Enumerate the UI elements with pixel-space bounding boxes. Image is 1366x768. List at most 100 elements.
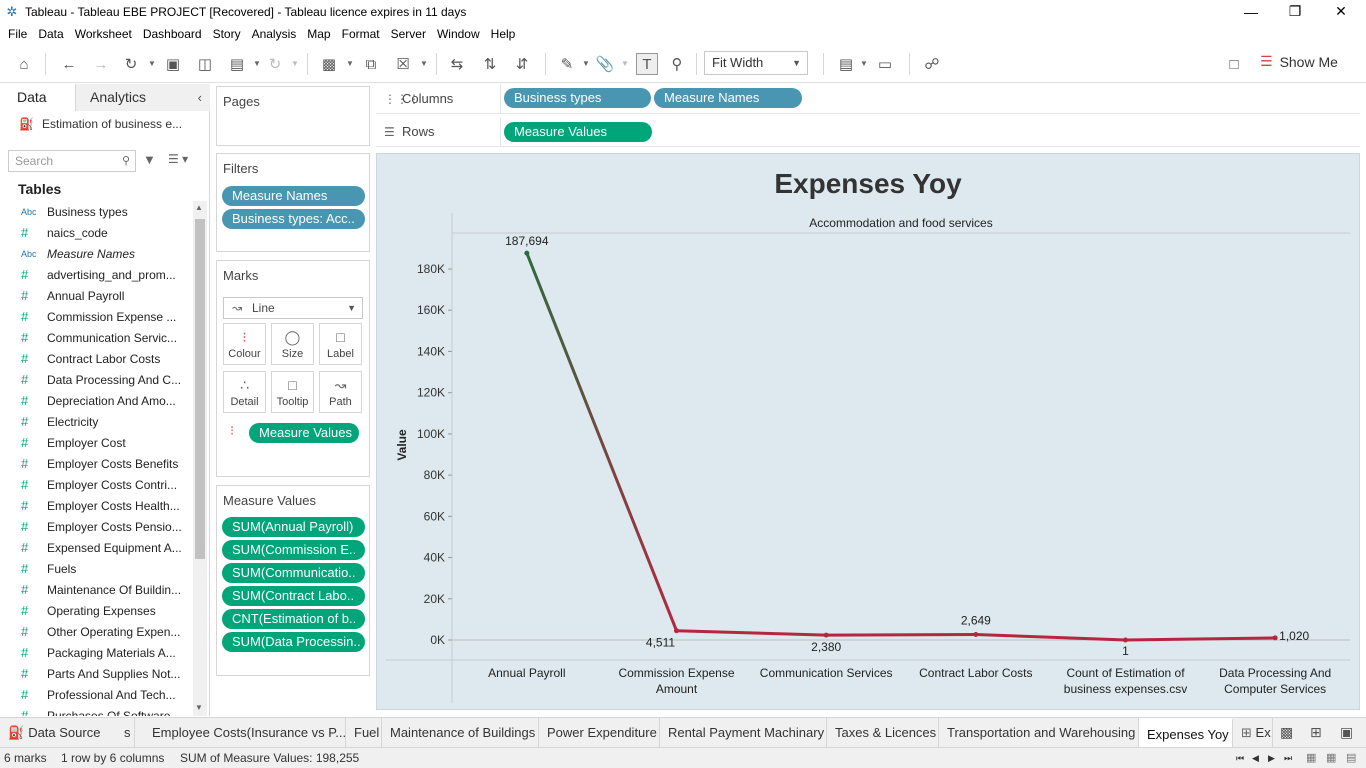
detail-button[interactable]: ∴ Detail: [223, 371, 266, 413]
tab-data[interactable]: Data: [0, 84, 76, 111]
field-item[interactable]: # Depreciation And Amo...: [0, 390, 192, 411]
chevron-down-icon[interactable]: ▼: [420, 59, 428, 68]
format-workbook-icon[interactable]: □: [1223, 53, 1245, 75]
menu-dashboard[interactable]: Dashboard: [143, 27, 202, 41]
measure-pill-5[interactable]: CNT(Estimation of b..: [222, 609, 365, 629]
field-item[interactable]: # Employer Cost: [0, 432, 192, 453]
minimize-icon[interactable]: —: [1228, 0, 1274, 23]
sort-descending-icon[interactable]: ⇵: [511, 53, 533, 75]
line-segment[interactable]: [525, 251, 678, 633]
show-sheet-sorter-icon[interactable]: ▦: [1326, 751, 1336, 764]
refresh-icon[interactable]: ↻: [264, 53, 286, 75]
colour-button[interactable]: ⁝ Colour: [223, 323, 266, 365]
data-point[interactable]: [1272, 635, 1278, 641]
pin-axes-icon[interactable]: ⚲: [666, 53, 688, 75]
show-tabs-icon[interactable]: ▤: [1346, 751, 1356, 764]
field-item[interactable]: # advertising_and_prom...: [0, 264, 192, 285]
new-worksheet-icon[interactable]: ▩: [318, 53, 340, 75]
next-sheet-icon[interactable]: ▶: [1268, 753, 1275, 764]
field-item[interactable]: # Annual Payroll: [0, 285, 192, 306]
field-item[interactable]: # Communication Servic...: [0, 327, 192, 348]
field-item[interactable]: # Operating Expenses: [0, 600, 192, 621]
label-button[interactable]: □ Label: [319, 323, 362, 365]
swap-rows-columns-icon[interactable]: ⇆: [446, 53, 468, 75]
filter-pill-measure-names[interactable]: Measure Names: [222, 186, 365, 206]
duplicate-sheet-icon[interactable]: ⧉: [360, 53, 382, 75]
field-item[interactable]: # Contract Labor Costs: [0, 348, 192, 369]
measure-pill-4[interactable]: SUM(Contract Labo..: [222, 586, 365, 606]
chevron-down-icon[interactable]: ▼: [582, 59, 590, 68]
measure-pill-1[interactable]: SUM(Annual Payroll): [222, 517, 365, 537]
filter-icon[interactable]: ▼: [143, 152, 156, 167]
measure-pill-6[interactable]: SUM(Data Processin..: [222, 632, 365, 652]
undo-icon[interactable]: ←: [58, 53, 80, 75]
field-item[interactable]: # Employer Costs Health...: [0, 495, 192, 516]
fit-dropdown[interactable]: Fit Width ▼: [704, 51, 808, 75]
view-list-icon[interactable]: ☰ ▾: [168, 152, 188, 166]
show-filmstrip-icon[interactable]: ▦: [1306, 751, 1316, 764]
field-item[interactable]: # naics_code: [0, 222, 192, 243]
field-item[interactable]: # Expensed Equipment A...: [0, 537, 192, 558]
field-item[interactable]: # Maintenance Of Buildin...: [0, 579, 192, 600]
show-cards-icon[interactable]: ▤: [835, 53, 857, 75]
last-sheet-icon[interactable]: ⏭: [1284, 753, 1292, 764]
redo-icon[interactable]: →: [90, 53, 112, 75]
mark-type-dropdown[interactable]: ↝ Line ▼: [223, 297, 363, 319]
filter-pill-business-types[interactable]: Business types: Acc..: [222, 209, 365, 229]
field-item[interactable]: # Fuels: [0, 558, 192, 579]
tab-analytics[interactable]: Analytics ‹: [76, 84, 210, 111]
size-button[interactable]: ◯ Size: [271, 323, 314, 365]
prev-sheet-icon[interactable]: ◀: [1252, 753, 1259, 764]
menu-file[interactable]: File: [8, 27, 27, 41]
presentation-mode-icon[interactable]: ▭: [874, 53, 896, 75]
save-icon[interactable]: ▣: [162, 53, 184, 75]
menu-data[interactable]: Data: [38, 27, 63, 41]
new-datasource-icon[interactable]: ◫: [194, 53, 216, 75]
measure-pill-3[interactable]: SUM(Communicatio..: [222, 563, 365, 583]
share-icon[interactable]: ☍: [921, 53, 943, 75]
chevron-down-icon[interactable]: ▼: [860, 59, 868, 68]
field-item[interactable]: # Packaging Materials A...: [0, 642, 192, 663]
sort-ascending-icon[interactable]: ⇅: [479, 53, 501, 75]
new-worksheet-tab-icon[interactable]: ▩: [1280, 724, 1293, 741]
field-item[interactable]: # Parts And Supplies Not...: [0, 663, 192, 684]
menu-help[interactable]: Help: [491, 27, 516, 41]
search-input[interactable]: Search ⚲: [8, 150, 136, 172]
menu-map[interactable]: Map: [307, 27, 330, 41]
menu-story[interactable]: Story: [213, 27, 241, 41]
columns-shelf[interactable]: ⋮⋮⋮ Columns Business types Measure Names: [376, 84, 1360, 114]
field-item[interactable]: # Purchases Of Software...: [0, 705, 192, 716]
filters-card[interactable]: Filters Measure Names Business types: Ac…: [216, 153, 370, 252]
menu-analysis[interactable]: Analysis: [252, 27, 297, 41]
data-point[interactable]: [823, 632, 829, 638]
field-item[interactable]: Abc Business types: [0, 201, 192, 222]
field-item[interactable]: # Professional And Tech...: [0, 684, 192, 705]
scrollbar-thumb[interactable]: [195, 219, 205, 559]
data-point[interactable]: [674, 628, 679, 634]
field-item[interactable]: # Employer Costs Pensio...: [0, 516, 192, 537]
menu-format[interactable]: Format: [342, 27, 380, 41]
menu-worksheet[interactable]: Worksheet: [75, 27, 132, 41]
tab-taxes[interactable]: Taxes & Licences: [827, 718, 939, 748]
datasource-item[interactable]: ⛽ Estimation of business e...: [19, 117, 182, 131]
field-item[interactable]: # Data Processing And C...: [0, 369, 192, 390]
tab-transportation[interactable]: Transportation and Warehousing: [939, 718, 1139, 748]
data-point[interactable]: [524, 250, 530, 256]
tab-expenses-yoy[interactable]: Expenses Yoy: [1139, 718, 1233, 748]
data-point[interactable]: [973, 632, 979, 638]
line-segment[interactable]: [974, 633, 1127, 642]
chevron-down-icon[interactable]: ▼: [291, 59, 299, 68]
data-point[interactable]: [1123, 637, 1128, 643]
chevron-down-icon[interactable]: ▼: [621, 59, 629, 68]
line-segment[interactable]: [1124, 636, 1277, 642]
field-item[interactable]: # Other Operating Expen...: [0, 621, 192, 642]
rows-pill-measure-values[interactable]: Measure Values: [504, 122, 652, 142]
line-segment[interactable]: [824, 633, 978, 637]
line-chart[interactable]: Accommodation and food services Value 0K…: [376, 153, 1360, 710]
close-icon[interactable]: ✕: [1318, 0, 1364, 23]
highlight-icon[interactable]: ✎: [556, 53, 578, 75]
new-story-tab-icon[interactable]: ▣: [1340, 724, 1353, 741]
chevron-down-icon[interactable]: ▼: [346, 59, 354, 68]
collapse-icon[interactable]: ‹: [198, 84, 202, 111]
tab-data-source[interactable]: ⛽ Data Source s: [0, 718, 135, 748]
